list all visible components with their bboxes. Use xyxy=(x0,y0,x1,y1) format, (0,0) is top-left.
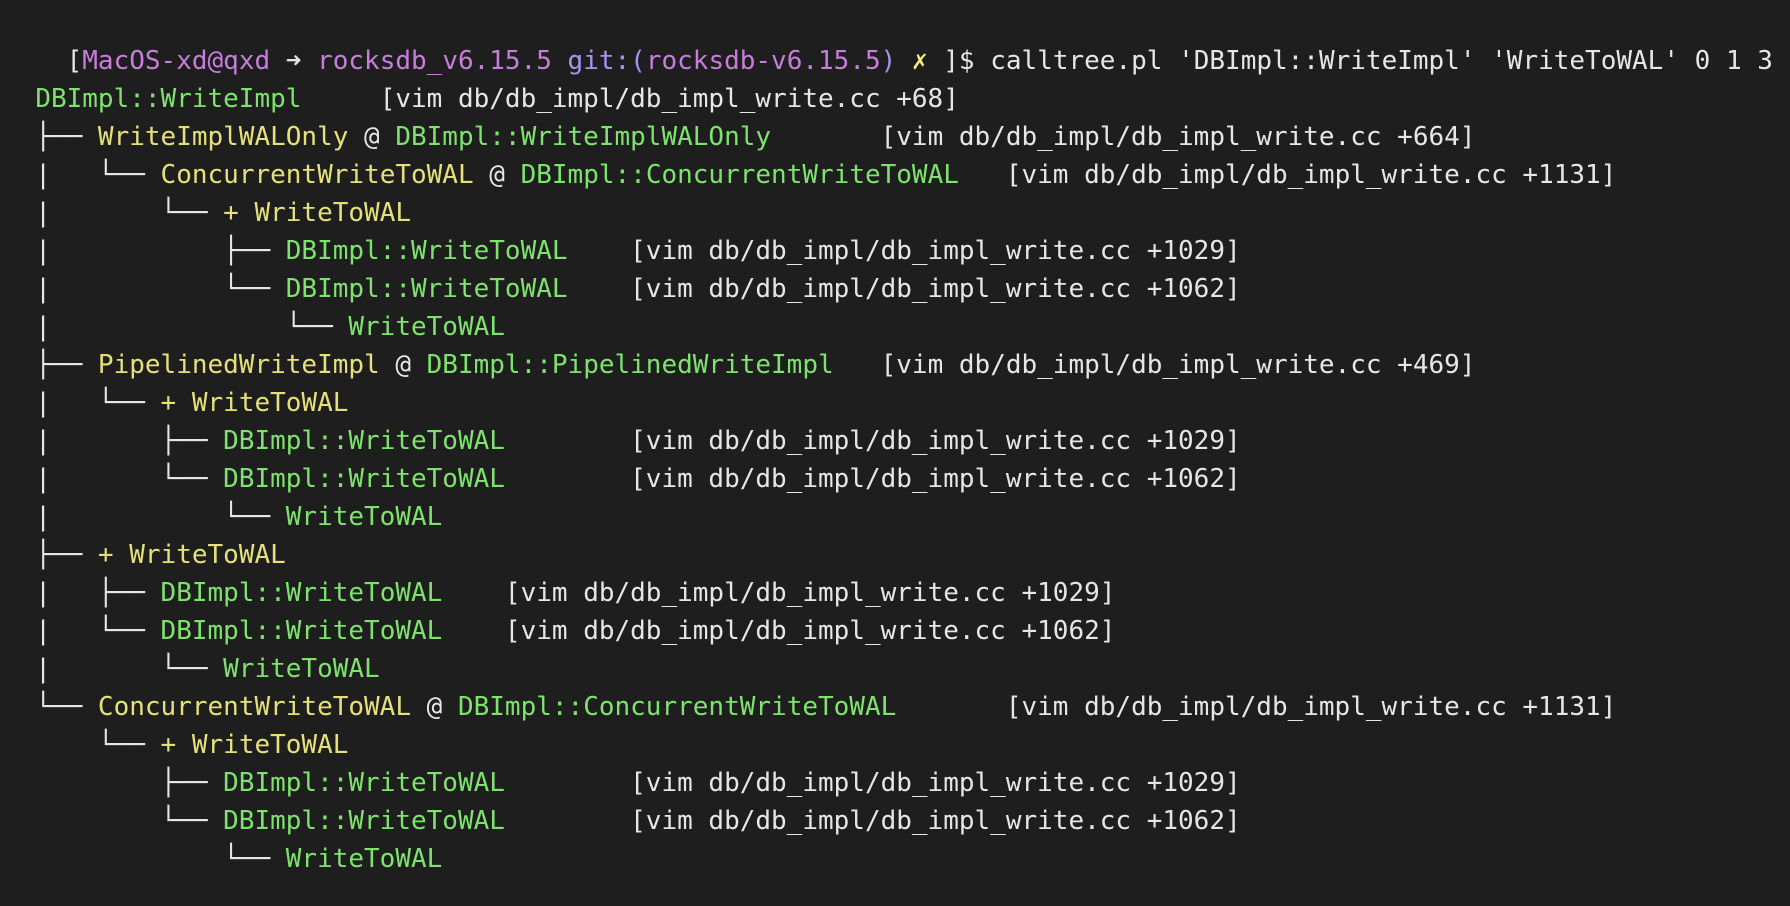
calltree-segment: [vim db/db_impl/db_impl_write.cc +1029] xyxy=(504,426,1241,456)
calltree-segment: WriteToWAL xyxy=(285,502,443,532)
calltree-segment: | └── xyxy=(4,616,161,646)
prompt-branch: rocksdb-v6.15.5 xyxy=(645,46,881,76)
calltree-segment: DBImpl::WriteToWAL xyxy=(160,578,443,608)
calltree-segment: [vim db/db_impl/db_impl_write.cc +1029] xyxy=(442,578,1116,608)
calltree-segment: PipelinedWriteImpl xyxy=(97,350,380,380)
prompt-host: MacOS-xd@qxd xyxy=(82,46,271,76)
calltree-line: | └── WriteToWAL xyxy=(4,308,1790,346)
calltree-segment: WriteToWAL xyxy=(285,844,443,874)
calltree-segment: [vim db/db_impl/db_impl_write.cc +1062] xyxy=(442,616,1116,646)
calltree-line: ├── DBImpl::WriteToWAL [vim db/db_impl/d… xyxy=(4,764,1790,802)
terminal-window[interactable]: [MacOS-xd@qxd ➜ rocksdb_v6.15.5 git:(roc… xyxy=(0,0,1790,906)
calltree-line: ├── PipelinedWriteImpl @ DBImpl::Pipelin… xyxy=(4,346,1790,384)
prompt-arrow: ➜ xyxy=(270,46,318,76)
calltree-line: | ├── DBImpl::WriteToWAL [vim db/db_impl… xyxy=(4,232,1790,270)
calltree-segment: [vim db/db_impl/db_impl_write.cc +1029] xyxy=(504,768,1241,798)
calltree-line: DBImpl::WriteImpl [vim db/db_impl/db_imp… xyxy=(4,80,1790,118)
calltree-line: | └── + WriteToWAL xyxy=(4,384,1790,422)
calltree-segment: | ├── xyxy=(4,578,161,608)
calltree-segment: | ├── xyxy=(4,236,286,266)
prompt-git-close: ) xyxy=(880,46,897,76)
calltree-segment: | └── xyxy=(4,198,224,228)
calltree-segment: @ xyxy=(379,350,427,380)
calltree-line: | └── DBImpl::WriteToWAL [vim db/db_impl… xyxy=(4,270,1790,308)
calltree-segment: [vim db/db_impl/db_impl_write.cc +1029] xyxy=(567,236,1241,266)
calltree-line: └── ConcurrentWriteToWAL @ DBImpl::Concu… xyxy=(4,688,1790,726)
calltree-line: | └── WriteToWAL xyxy=(4,650,1790,688)
calltree-line: | └── ConcurrentWriteToWAL @ DBImpl::Con… xyxy=(4,156,1790,194)
calltree-segment: + WriteToWAL xyxy=(97,540,286,570)
calltree-segment: [vim db/db_impl/db_impl_write.cc +1062] xyxy=(504,464,1241,494)
prompt-dirty-mark: ✗ xyxy=(896,46,944,76)
calltree-line: | ├── DBImpl::WriteToWAL [vim db/db_impl… xyxy=(4,574,1790,612)
calltree-segment: [vim db/db_impl/db_impl_write.cc +1062] xyxy=(567,274,1241,304)
calltree-segment: DBImpl::WriteToWAL xyxy=(223,768,505,798)
calltree-segment: [vim db/db_impl/db_impl_write.cc +1131] xyxy=(896,692,1617,722)
calltree-segment: └── xyxy=(4,730,161,760)
calltree-output: DBImpl::WriteImpl [vim db/db_impl/db_imp… xyxy=(4,42,1790,878)
calltree-segment: ConcurrentWriteToWAL xyxy=(97,692,411,722)
calltree-segment: DBImpl::WriteImplWALOnly xyxy=(395,122,772,152)
calltree-segment: ├── xyxy=(4,540,98,570)
calltree-line: | ├── DBImpl::WriteToWAL [vim db/db_impl… xyxy=(4,422,1790,460)
calltree-segment: | └── xyxy=(4,388,161,418)
calltree-segment: + WriteToWAL xyxy=(160,730,349,760)
calltree-segment xyxy=(4,84,35,114)
calltree-line: └── DBImpl::WriteToWAL [vim db/db_impl/d… xyxy=(4,802,1790,840)
calltree-segment: DBImpl::PipelinedWriteImpl xyxy=(426,350,834,380)
calltree-segment: @ xyxy=(348,122,396,152)
calltree-segment: [vim db/db_impl/db_impl_write.cc +1062] xyxy=(504,806,1241,836)
calltree-segment: ConcurrentWriteToWAL xyxy=(160,160,474,190)
calltree-segment: DBImpl::WriteToWAL xyxy=(223,426,505,456)
calltree-line: └── + WriteToWAL xyxy=(4,726,1790,764)
calltree-segment: | └── xyxy=(4,312,349,342)
calltree-segment: DBImpl::WriteToWAL xyxy=(285,274,568,304)
prompt-close-bracket: ]$ xyxy=(943,46,991,76)
calltree-line: ├── + WriteToWAL xyxy=(4,536,1790,574)
prompt-command[interactable]: calltree.pl 'DBImpl::WriteImpl' 'WriteTo… xyxy=(990,46,1773,76)
calltree-segment: DBImpl::WriteToWAL xyxy=(160,616,443,646)
prompt-line: [MacOS-xd@qxd ➜ rocksdb_v6.15.5 git:(roc… xyxy=(4,4,1790,76)
calltree-segment: [vim db/db_impl/db_impl_write.cc +469] xyxy=(833,350,1476,380)
calltree-segment: @ xyxy=(411,692,458,722)
calltree-segment: | ├── xyxy=(4,426,224,456)
calltree-segment: [vim db/db_impl/db_impl_write.cc +1131] xyxy=(958,160,1617,190)
calltree-segment: └── xyxy=(4,806,224,836)
calltree-segment: DBImpl::WriteToWAL xyxy=(285,236,568,266)
calltree-segment: ├── xyxy=(4,768,224,798)
calltree-line: | └── DBImpl::WriteToWAL [vim db/db_impl… xyxy=(4,460,1790,498)
calltree-segment: [vim db/db_impl/db_impl_write.cc +664] xyxy=(771,122,1476,152)
calltree-segment: | └── xyxy=(4,502,286,532)
calltree-segment: ├── xyxy=(4,350,98,380)
calltree-segment: DBImpl::WriteImpl xyxy=(35,84,302,114)
calltree-segment: DBImpl::ConcurrentWriteToWAL xyxy=(520,160,959,190)
calltree-line: | └── DBImpl::WriteToWAL [vim db/db_impl… xyxy=(4,612,1790,650)
calltree-segment: DBImpl::ConcurrentWriteToWAL xyxy=(457,692,897,722)
calltree-segment: | └── xyxy=(4,274,286,304)
calltree-segment: @ xyxy=(473,160,521,190)
calltree-segment: + WriteToWAL xyxy=(160,388,349,418)
calltree-segment: + WriteToWAL xyxy=(223,198,411,228)
calltree-segment: WriteToWAL xyxy=(348,312,505,342)
calltree-segment: | └── xyxy=(4,160,161,190)
calltree-segment: [vim db/db_impl/db_impl_write.cc +68] xyxy=(301,84,959,114)
calltree-segment: DBImpl::WriteToWAL xyxy=(223,806,505,836)
prompt-git-label: git:( xyxy=(551,46,646,76)
calltree-line: └── WriteToWAL xyxy=(4,840,1790,878)
calltree-segment: ├── xyxy=(4,122,98,152)
calltree-segment: DBImpl::WriteToWAL xyxy=(223,464,505,494)
calltree-segment: | └── xyxy=(4,654,224,684)
calltree-segment: WriteToWAL xyxy=(223,654,380,684)
calltree-segment: WriteImplWALOnly xyxy=(97,122,349,152)
calltree-segment: └── xyxy=(4,844,286,874)
calltree-line: ├── WriteImplWALOnly @ DBImpl::WriteImpl… xyxy=(4,118,1790,156)
calltree-line: | └── WriteToWAL xyxy=(4,498,1790,536)
prompt-open-bracket: [ xyxy=(66,46,83,76)
calltree-line: | └── + WriteToWAL xyxy=(4,194,1790,232)
prompt-directory: rocksdb_v6.15.5 xyxy=(317,46,552,76)
calltree-segment: | └── xyxy=(4,464,224,494)
calltree-segment: └── xyxy=(4,692,98,722)
